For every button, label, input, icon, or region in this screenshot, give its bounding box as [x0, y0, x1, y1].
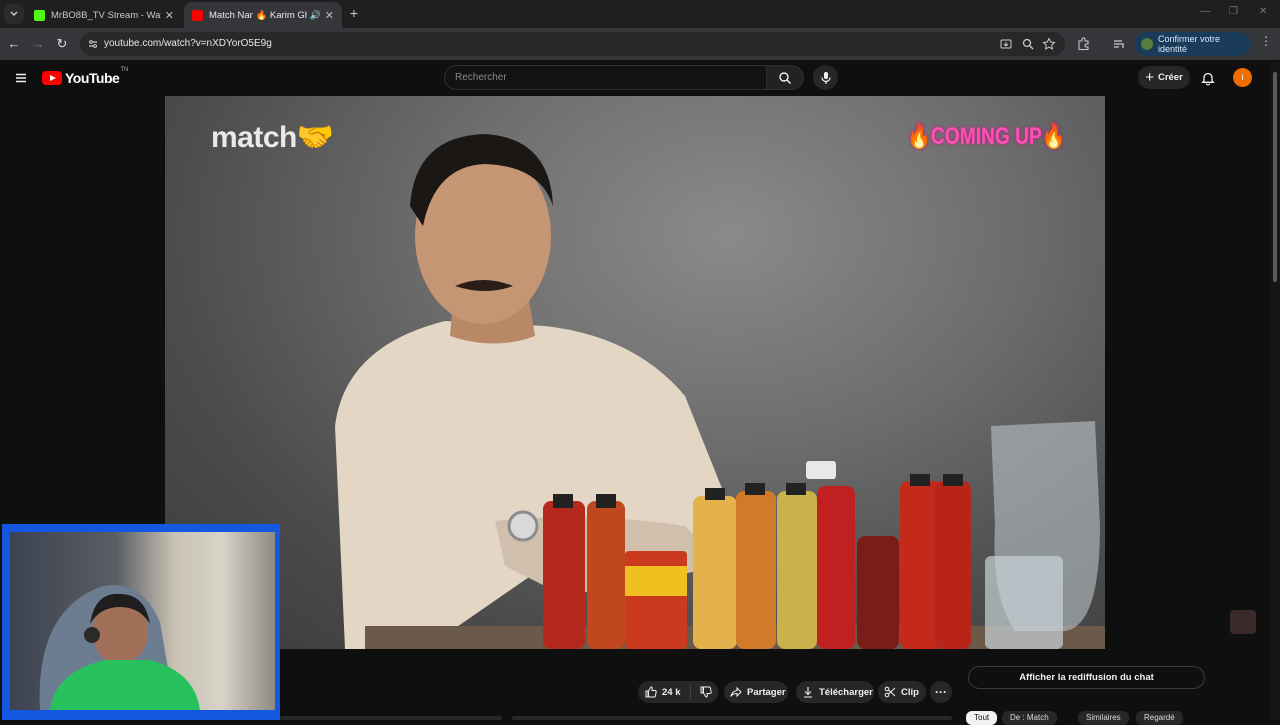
- webcam-feed: [10, 532, 275, 710]
- like-dislike-group: 24 k: [638, 681, 718, 703]
- bookmark-star-icon[interactable]: [1042, 37, 1056, 51]
- youtube-masthead: YouTube TN + Créer i: [0, 60, 1280, 96]
- browser-menu-icon[interactable]: ⋮: [1260, 34, 1274, 48]
- notifications-bell-icon[interactable]: [1200, 70, 1216, 86]
- divider: [689, 685, 691, 699]
- clip-label: Clip: [901, 686, 919, 698]
- profile-badge-icon: [1141, 38, 1153, 50]
- scissors-icon: [884, 686, 896, 698]
- verify-identity-button[interactable]: Confirmer votre identité: [1135, 32, 1251, 56]
- chip-all[interactable]: Tout: [966, 711, 998, 725]
- share-label: Partager: [747, 686, 786, 698]
- chip-watched[interactable]: Regardé: [1136, 711, 1183, 725]
- zoom-icon[interactable]: [1021, 37, 1035, 51]
- download-button[interactable]: Télécharger: [796, 681, 874, 703]
- youtube-wordmark: YouTube: [65, 70, 120, 86]
- like-count[interactable]: 24 k: [662, 687, 681, 698]
- verify-identity-label: Confirmer votre identité: [1158, 34, 1221, 54]
- maximize-icon[interactable]: ❐: [1229, 6, 1238, 17]
- youtube-play-icon: [42, 71, 62, 85]
- close-tab-icon[interactable]: ✕: [325, 9, 334, 22]
- tab-title: Match Nar 🔥 Karim Gharb: [209, 9, 307, 21]
- search-button[interactable]: [767, 65, 804, 90]
- show-chat-replay-button[interactable]: Afficher la rediffusion du chat: [968, 666, 1205, 689]
- download-icon: [804, 687, 812, 698]
- extensions-icon[interactable]: [1076, 37, 1090, 51]
- account-avatar[interactable]: i: [1233, 68, 1252, 87]
- coming-up-overlay: 🔥COMING UP🔥: [907, 123, 1066, 150]
- close-tab-icon[interactable]: ✕: [165, 9, 174, 22]
- new-tab-button[interactable]: +: [346, 5, 362, 21]
- page-scrollbar[interactable]: [1270, 62, 1280, 720]
- search-input[interactable]: [445, 66, 766, 89]
- back-icon[interactable]: ←: [6, 36, 22, 52]
- address-bar[interactable]: youtube.com/watch?v=nXDYorO5E9g: [80, 32, 1065, 56]
- close-window-icon[interactable]: ✕: [1259, 6, 1267, 17]
- share-button[interactable]: Partager: [724, 681, 788, 703]
- video-frame: [335, 134, 1105, 649]
- dislike-icon[interactable]: [700, 686, 712, 698]
- streamer-figure: [39, 585, 200, 710]
- speaker-icon[interactable]: 🔊: [310, 10, 321, 21]
- url-text: youtube.com/watch?v=nXDYorO5E9g: [104, 38, 272, 49]
- create-button[interactable]: + Créer: [1138, 66, 1190, 89]
- browser-tab-kick[interactable]: MrBO8B_TV Stream - Watch Liv ✕: [26, 2, 182, 28]
- reload-icon[interactable]: ↻: [54, 36, 70, 52]
- streamer-webcam: [2, 524, 280, 720]
- install-app-icon[interactable]: [999, 37, 1013, 51]
- create-label: Créer: [1157, 72, 1183, 83]
- kick-favicon-icon: [34, 9, 45, 21]
- clip-button[interactable]: Clip: [878, 681, 926, 703]
- match-watermark: match🤝: [211, 121, 334, 154]
- chip-from-channel[interactable]: De : Match: [1002, 711, 1057, 725]
- like-icon[interactable]: [645, 686, 657, 698]
- search-box[interactable]: [444, 65, 767, 90]
- more-actions-button[interactable]: ···: [930, 681, 952, 703]
- chip-related[interactable]: Similaires: [1078, 711, 1129, 725]
- plus-icon: +: [1145, 68, 1154, 86]
- minimize-icon[interactable]: —: [1200, 6, 1210, 17]
- channel-watermark-icon[interactable]: [1230, 610, 1256, 634]
- browser-tab-youtube[interactable]: Match Nar 🔥 Karim Gharb 🔊 ✕: [184, 2, 342, 28]
- channel-row-placeholder: [512, 716, 952, 720]
- browser-tab-strip: MrBO8B_TV Stream - Watch Liv ✕ Match Nar…: [0, 0, 1280, 28]
- voice-search-button[interactable]: [813, 65, 838, 90]
- youtube-favicon-icon: [192, 9, 203, 21]
- scrollbar-thumb[interactable]: [1273, 72, 1277, 282]
- download-label: Télécharger: [819, 686, 873, 698]
- tab-search-icon[interactable]: [4, 4, 24, 24]
- tab-title: MrBO8B_TV Stream - Watch Liv: [51, 9, 161, 21]
- microphone-icon: [820, 71, 831, 84]
- video-player[interactable]: match🤝 🔥COMING UP🔥: [165, 96, 1105, 649]
- video-title-placeholder: [280, 716, 502, 720]
- search-icon: [779, 71, 791, 84]
- browser-toolbar: ← → ↻ youtube.com/watch?v=nXDYorO5E9g Co…: [0, 28, 1280, 60]
- media-controls-icon[interactable]: [1112, 37, 1126, 51]
- site-info-icon[interactable]: [86, 37, 100, 51]
- menu-icon[interactable]: [14, 71, 28, 85]
- youtube-logo[interactable]: YouTube TN: [42, 67, 129, 86]
- country-code: TN: [120, 67, 129, 73]
- forward-icon[interactable]: →: [30, 36, 46, 52]
- share-icon: [730, 686, 742, 698]
